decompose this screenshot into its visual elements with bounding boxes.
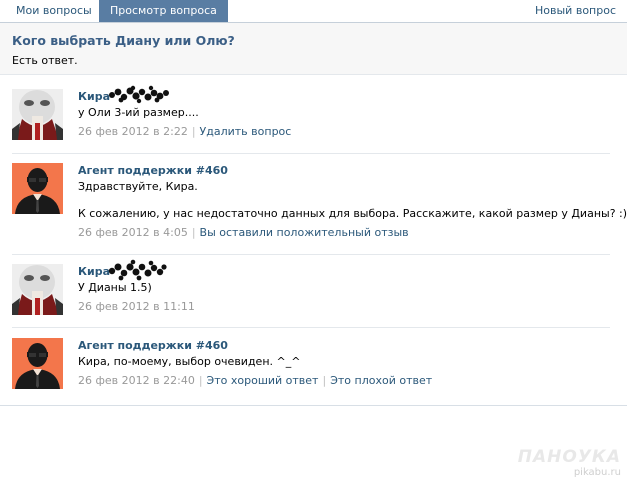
message-author[interactable]: Агент поддержки #460 bbox=[78, 163, 610, 178]
content-bottom-border bbox=[0, 405, 627, 406]
censor-scribble bbox=[108, 259, 167, 281]
agent-avatar[interactable] bbox=[12, 163, 63, 214]
meta-separator: | bbox=[191, 226, 196, 239]
delete-question-link[interactable]: Удалить вопрос bbox=[200, 125, 292, 138]
user-avatar[interactable] bbox=[12, 89, 63, 140]
user-avatar[interactable] bbox=[12, 264, 63, 315]
agent-silhouette-icon bbox=[12, 338, 63, 389]
message-date: 26 фев 2012 в 2:22 bbox=[78, 125, 188, 138]
message-text: К сожалению, у нас недостаточно данных д… bbox=[78, 207, 627, 220]
watermark-site: pikabu.ru bbox=[573, 467, 621, 478]
message-item: Кира У Дианы 1.5) 26 фев 2012 в 11:11 bbox=[12, 259, 610, 328]
tab-my-questions[interactable]: Мои вопросы bbox=[16, 0, 92, 22]
question-header: Кого выбрать Диану или Олю? Есть ответ. bbox=[0, 23, 627, 75]
good-answer-link[interactable]: Это хороший ответ bbox=[207, 374, 319, 387]
meta-separator: | bbox=[322, 374, 327, 387]
message-meta: 26 фев 2012 в 4:05 | Вы оставили положител… bbox=[78, 226, 610, 240]
watermark-brand: ПАНОУКА bbox=[517, 447, 621, 467]
message-date: 26 фев 2012 в 4:05 bbox=[78, 226, 188, 239]
message-meta: 26 фев 2012 в 22:40 | Это хороший ответ | Эт… bbox=[78, 374, 610, 388]
message-meta: 26 фев 2012 в 11:11 bbox=[78, 300, 610, 314]
message-text: Кира, по-моему, выбор очевиден. ^_^ bbox=[78, 355, 301, 368]
message-meta: 26 фев 2012 в 2:22 | Удалить вопрос bbox=[78, 125, 610, 139]
watermark: ПАНОУКА pikabu.ru bbox=[518, 447, 621, 478]
message-item: Агент поддержки #460 Кира, по-моему, выб… bbox=[12, 338, 610, 398]
question-status: Есть ответ. bbox=[12, 54, 78, 67]
tab-new-question[interactable]: Новый вопрос bbox=[535, 0, 616, 22]
message-text: Здравствуйте, Кира. bbox=[78, 180, 198, 193]
message-author[interactable]: Агент поддержки #460 bbox=[78, 338, 610, 353]
message-item: Агент поддержки #460 Здравствуйте, Кира.… bbox=[12, 163, 627, 255]
tab-bar: Мои вопросы Просмотр вопроса Новый вопро… bbox=[0, 0, 627, 23]
censor-scribble bbox=[109, 85, 169, 104]
agent-silhouette-icon bbox=[12, 163, 63, 214]
message-date: 26 фев 2012 в 11:11 bbox=[78, 300, 195, 313]
meta-separator: | bbox=[198, 374, 203, 387]
message-date: 26 фев 2012 в 22:40 bbox=[78, 374, 195, 387]
question-title: Кого выбрать Диану или Олю? bbox=[12, 33, 235, 48]
tab-view-question[interactable]: Просмотр вопроса bbox=[99, 0, 228, 22]
feedback-status: Вы оставили положительный отзыв bbox=[199, 226, 409, 239]
agent-avatar[interactable] bbox=[12, 338, 63, 389]
message-text: у Оли 3-ий размер.... bbox=[78, 106, 199, 119]
message-author[interactable]: Кира bbox=[78, 259, 610, 281]
meta-separator: | bbox=[191, 125, 196, 138]
message-author[interactable]: Кира bbox=[78, 85, 610, 104]
bad-answer-link[interactable]: Это плохой ответ bbox=[330, 374, 432, 387]
message-item: Кира у Оли 3-ий размер.... 26 фев 2012 в… bbox=[12, 85, 610, 154]
